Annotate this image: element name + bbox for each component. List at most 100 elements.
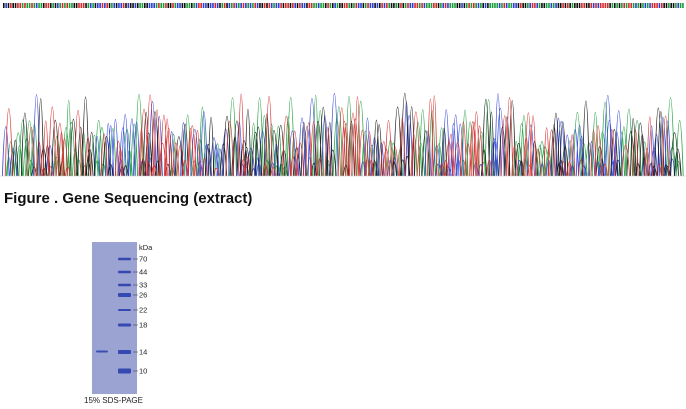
marker-band — [118, 323, 131, 327]
base-call-mark — [390, 3, 393, 8]
base-call-mark — [207, 3, 210, 8]
base-call-mark — [581, 3, 583, 8]
base-call-mark — [136, 3, 139, 8]
base-call-mark — [665, 3, 668, 8]
base-call-mark — [162, 3, 165, 8]
base-call-mark — [214, 3, 217, 8]
base-call-mark — [639, 3, 642, 8]
base-call-mark — [141, 3, 144, 8]
base-call-mark — [52, 3, 54, 8]
base-call-mark — [235, 3, 238, 8]
base-call-mark — [212, 3, 214, 8]
base-call-mark — [400, 3, 402, 8]
base-call-mark — [618, 3, 621, 8]
base-call-mark — [35, 3, 38, 8]
base-call-mark — [172, 3, 174, 8]
base-call-mark — [31, 3, 33, 8]
base-call-mark — [571, 3, 574, 8]
base-call-mark — [40, 3, 43, 8]
base-call-mark — [508, 3, 510, 8]
marker-label: 14 — [139, 348, 147, 357]
base-call-mark — [78, 3, 80, 8]
base-call-mark — [630, 3, 633, 8]
base-call-mark — [567, 3, 569, 8]
base-call-mark — [12, 3, 14, 8]
base-call-mark — [585, 3, 588, 8]
base-call-mark — [371, 3, 374, 8]
base-call-mark — [489, 3, 492, 8]
base-call-mark — [482, 3, 484, 8]
base-call-mark — [353, 3, 355, 8]
base-call-mark — [266, 3, 268, 8]
base-call-mark — [494, 3, 496, 8]
base-call-mark — [651, 3, 654, 8]
base-call-mark — [329, 3, 332, 8]
base-call-mark — [181, 3, 184, 8]
base-call-mark — [341, 3, 343, 8]
base-call-mark — [169, 3, 172, 8]
marker-band — [118, 309, 131, 311]
base-call-mark — [564, 3, 567, 8]
base-call-mark — [294, 3, 296, 8]
base-call-mark — [115, 3, 118, 8]
base-call-mark — [97, 3, 99, 8]
base-call-mark — [195, 3, 198, 8]
base-call-mark — [550, 3, 553, 8]
base-call-mark — [21, 3, 24, 8]
base-call-mark — [132, 3, 134, 8]
base-call-mark — [308, 3, 311, 8]
base-call-mark — [28, 3, 31, 8]
base-call-mark — [362, 3, 365, 8]
base-call-mark — [3, 3, 5, 8]
base-call-mark — [155, 3, 158, 8]
marker-label: 70 — [139, 255, 147, 264]
base-call-mark — [160, 3, 163, 8]
base-call-mark — [240, 3, 242, 8]
base-call-mark — [226, 3, 228, 8]
base-call-mark — [200, 3, 202, 8]
base-call-mark — [66, 3, 69, 8]
base-call-mark — [336, 3, 339, 8]
base-call-mark — [465, 3, 468, 8]
sequencing-chromatogram — [0, 3, 686, 177]
base-call-mark — [299, 3, 301, 8]
base-call-mark — [588, 3, 590, 8]
base-call-mark — [468, 3, 470, 8]
base-call-mark — [374, 3, 376, 8]
base-call-mark — [205, 3, 207, 8]
base-call-mark — [71, 3, 73, 8]
base-call-mark — [503, 3, 506, 8]
base-call-mark — [113, 3, 116, 8]
base-call-mark — [592, 3, 595, 8]
base-call-mark — [301, 3, 304, 8]
chromatogram-traces — [1, 93, 684, 177]
base-call-mark — [656, 3, 658, 8]
base-call-mark — [416, 3, 419, 8]
base-call-mark — [531, 3, 534, 8]
base-call-mark — [125, 3, 127, 8]
base-call-mark — [463, 3, 466, 8]
base-call-mark — [270, 3, 273, 8]
base-call-mark — [437, 3, 440, 8]
base-call-mark — [238, 3, 240, 8]
base-call-mark — [54, 3, 57, 8]
base-call-mark — [165, 3, 167, 8]
base-call-mark — [428, 3, 430, 8]
base-call-mark — [61, 3, 64, 8]
base-call-mark — [477, 3, 480, 8]
marker-label: 18 — [139, 321, 147, 330]
base-call-mark — [315, 3, 318, 8]
base-call-mark — [364, 3, 367, 8]
base-call-mark — [92, 3, 94, 8]
base-call-mark — [191, 3, 193, 8]
base-call-mark — [221, 3, 224, 8]
base-call-mark — [369, 3, 372, 8]
base-call-mark — [411, 3, 414, 8]
base-call-mark — [418, 3, 421, 8]
base-call-mark — [188, 3, 191, 8]
base-call-mark — [33, 3, 36, 8]
base-call-mark — [285, 3, 287, 8]
base-call-mark — [223, 3, 226, 8]
base-call-mark — [614, 3, 616, 8]
base-call-mark — [254, 3, 257, 8]
